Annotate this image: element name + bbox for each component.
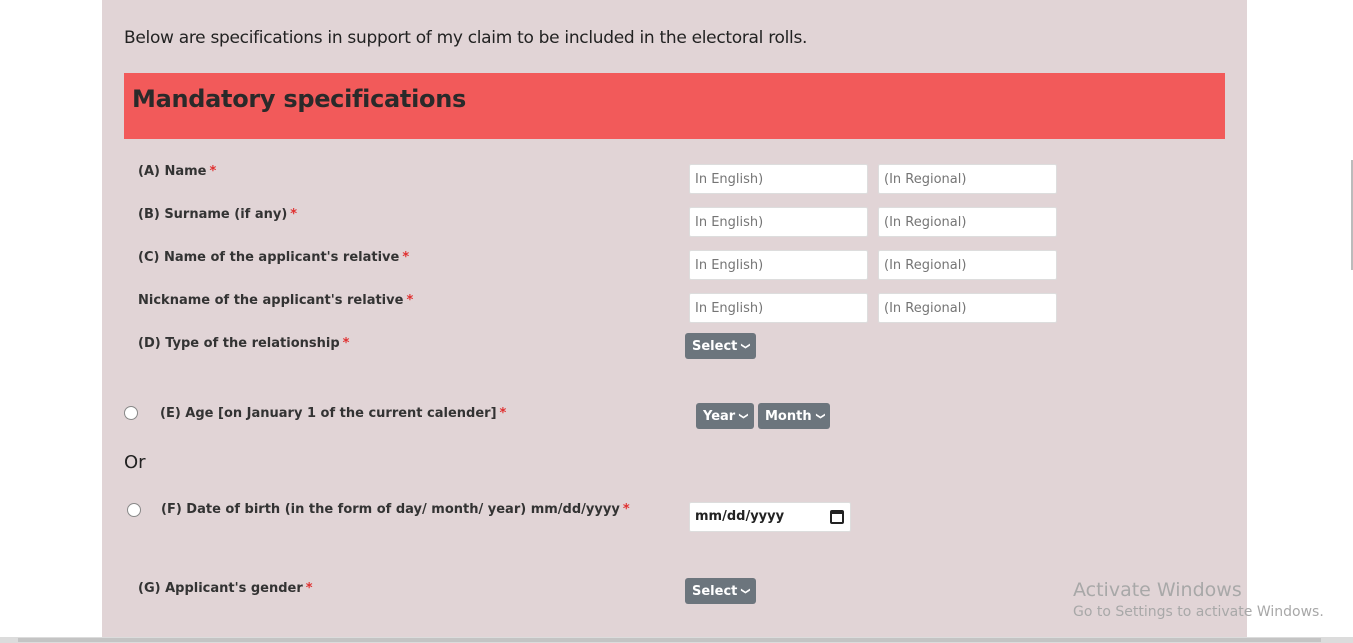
year-select-value: Year <box>703 408 736 424</box>
relationship-label-text: (D) Type of the relationship <box>138 336 340 351</box>
surname-label-text: (B) Surname (if any) <box>138 207 288 222</box>
relationship-select[interactable]: Select ❯ <box>685 333 756 359</box>
relative-nickname-label: Nickname of the applicant's relative * <box>138 293 413 308</box>
dob-date-input[interactable]: mm/dd/yyyy <box>689 502 851 532</box>
relative-nickname-regional-input[interactable] <box>878 293 1057 323</box>
required-mark: * <box>499 406 507 421</box>
gender-label: (G) Applicant's gender * <box>138 581 313 596</box>
age-label: (E) Age [on January 1 of the current cal… <box>160 406 506 421</box>
name-label-text: (A) Name <box>138 164 207 179</box>
name-regional-input[interactable] <box>878 164 1057 194</box>
chevron-down-icon: ❯ <box>740 342 751 350</box>
activate-windows-subtitle: Go to Settings to activate Windows. <box>1073 604 1324 620</box>
relationship-select-value: Select <box>692 338 738 354</box>
relative-name-regional-input[interactable] <box>878 250 1057 280</box>
relative-name-label-text: (C) Name of the applicant's relative <box>138 250 400 265</box>
intro-text: Below are specifications in support of m… <box>124 28 808 48</box>
required-mark: * <box>305 581 313 596</box>
relationship-label: (D) Type of the relationship * <box>138 336 349 351</box>
horizontal-scrollbar-thumb[interactable] <box>18 638 1321 642</box>
age-radio[interactable] <box>124 406 138 420</box>
dob-radio[interactable] <box>127 503 141 517</box>
gender-label-text: (G) Applicant's gender <box>138 581 303 596</box>
name-english-input[interactable] <box>689 164 868 194</box>
required-mark: * <box>406 293 414 308</box>
relative-name-label: (C) Name of the applicant's relative * <box>138 250 409 265</box>
page: Below are specifications in support of m… <box>0 0 1353 643</box>
section-title: Mandatory specifications <box>132 85 466 113</box>
required-mark: * <box>622 502 630 517</box>
relative-name-english-input[interactable] <box>689 250 868 280</box>
dob-label: (F) Date of birth (in the form of day/ m… <box>161 502 630 517</box>
age-label-text: (E) Age [on January 1 of the current cal… <box>160 406 497 421</box>
chevron-down-icon: ❯ <box>738 412 749 420</box>
month-select[interactable]: Month ❯ <box>758 403 831 429</box>
gender-select[interactable]: Select ❯ <box>685 578 756 604</box>
surname-regional-input[interactable] <box>878 207 1057 237</box>
activate-windows-title: Activate Windows <box>1073 579 1242 601</box>
chevron-down-icon: ❯ <box>740 587 751 595</box>
year-select[interactable]: Year ❯ <box>696 403 754 429</box>
required-mark: * <box>209 164 217 179</box>
required-mark: * <box>342 336 350 351</box>
relative-nickname-english-input[interactable] <box>689 293 868 323</box>
dob-label-text: (F) Date of birth (in the form of day/ m… <box>161 502 620 517</box>
section-banner: Mandatory specifications <box>124 73 1225 139</box>
chevron-down-icon: ❯ <box>814 412 825 420</box>
surname-label: (B) Surname (if any) * <box>138 207 297 222</box>
gender-select-value: Select <box>692 583 738 599</box>
required-mark: * <box>402 250 410 265</box>
required-mark: * <box>290 207 298 222</box>
month-select-value: Month <box>765 408 812 424</box>
relative-nickname-label-text: Nickname of the applicant's relative <box>138 293 404 308</box>
calendar-icon[interactable] <box>830 510 844 524</box>
or-separator: Or <box>124 452 146 473</box>
name-label: (A) Name * <box>138 164 216 179</box>
surname-english-input[interactable] <box>689 207 868 237</box>
dob-date-value: mm/dd/yyyy <box>695 509 785 524</box>
